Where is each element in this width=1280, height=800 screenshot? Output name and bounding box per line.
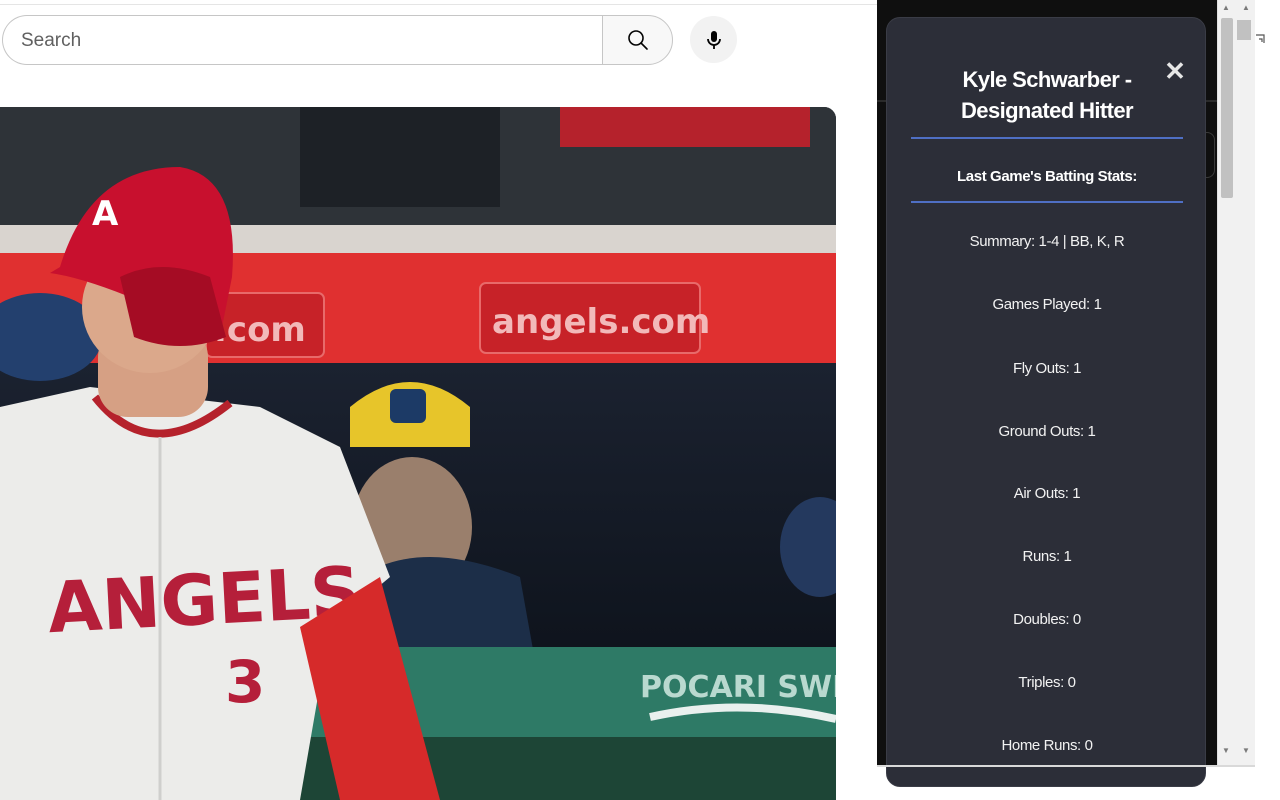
stat-summary: Summary: 1-4 | BB, K, R — [969, 233, 1125, 250]
search-input[interactable] — [19, 24, 583, 58]
search-box[interactable] — [2, 15, 602, 65]
popup-title: Kyle Schwarber - Designated Hitter — [961, 67, 1134, 123]
page-scroll-down-icon[interactable]: ▼ — [1242, 746, 1250, 755]
video-player[interactable]: .com angels.com POCARI SWEA ANGELS 3 A — [0, 107, 836, 800]
helmet-logo: A — [92, 194, 119, 234]
section-divider — [911, 201, 1183, 203]
search-icon — [627, 30, 648, 50]
stat-air-outs: Air Outs: 1 — [1013, 485, 1081, 502]
page-scrollbar-thumb[interactable] — [1237, 20, 1251, 40]
scrollbar-track[interactable]: ▲ ▼ — [1217, 0, 1235, 765]
microphone-icon — [706, 30, 721, 49]
top-divider — [0, 4, 877, 5]
ad-text: POCARI SWEA — [640, 670, 836, 705]
resize-icon — [1256, 34, 1265, 43]
close-button[interactable]: ✕ — [1163, 56, 1187, 86]
scroll-up-icon[interactable]: ▲ — [1222, 3, 1230, 12]
player-stats-popup: Kyle Schwarber - Designated Hitter ✕ Las… — [886, 17, 1206, 787]
scrollbar-thumb[interactable] — [1221, 18, 1233, 198]
search-button[interactable] — [602, 15, 673, 65]
jersey-number: 3 — [225, 648, 265, 716]
section-heading: Last Game's Batting Stats: — [957, 168, 1137, 185]
scroll-down-icon[interactable]: ▼ — [1222, 746, 1230, 755]
popup-scrollbar[interactable]: ▲ ▼ ▲ ▼ — [1217, 0, 1255, 765]
panel-bottom-edge — [877, 765, 1255, 767]
close-icon: ✕ — [1164, 55, 1186, 86]
voice-search-button[interactable] — [690, 16, 737, 63]
stat-home-runs: Home Runs: 0 — [1001, 737, 1093, 754]
stat-games-played: Games Played: 1 — [992, 296, 1102, 313]
stat-fly-outs: Fly Outs: 1 — [1012, 360, 1082, 377]
stat-runs: Runs: 1 — [1022, 548, 1072, 565]
banner-right-text: angels.com — [492, 302, 710, 342]
banner-left-text: .com — [214, 310, 306, 350]
page-scroll-up-icon[interactable]: ▲ — [1242, 3, 1250, 12]
title-divider — [911, 137, 1183, 139]
stat-doubles: Doubles: 0 — [1013, 611, 1081, 628]
stat-ground-outs: Ground Outs: 1 — [998, 423, 1096, 440]
video-frame: .com angels.com POCARI SWEA ANGELS 3 A — [0, 107, 836, 800]
stat-triples: Triples: 0 — [1018, 674, 1076, 691]
